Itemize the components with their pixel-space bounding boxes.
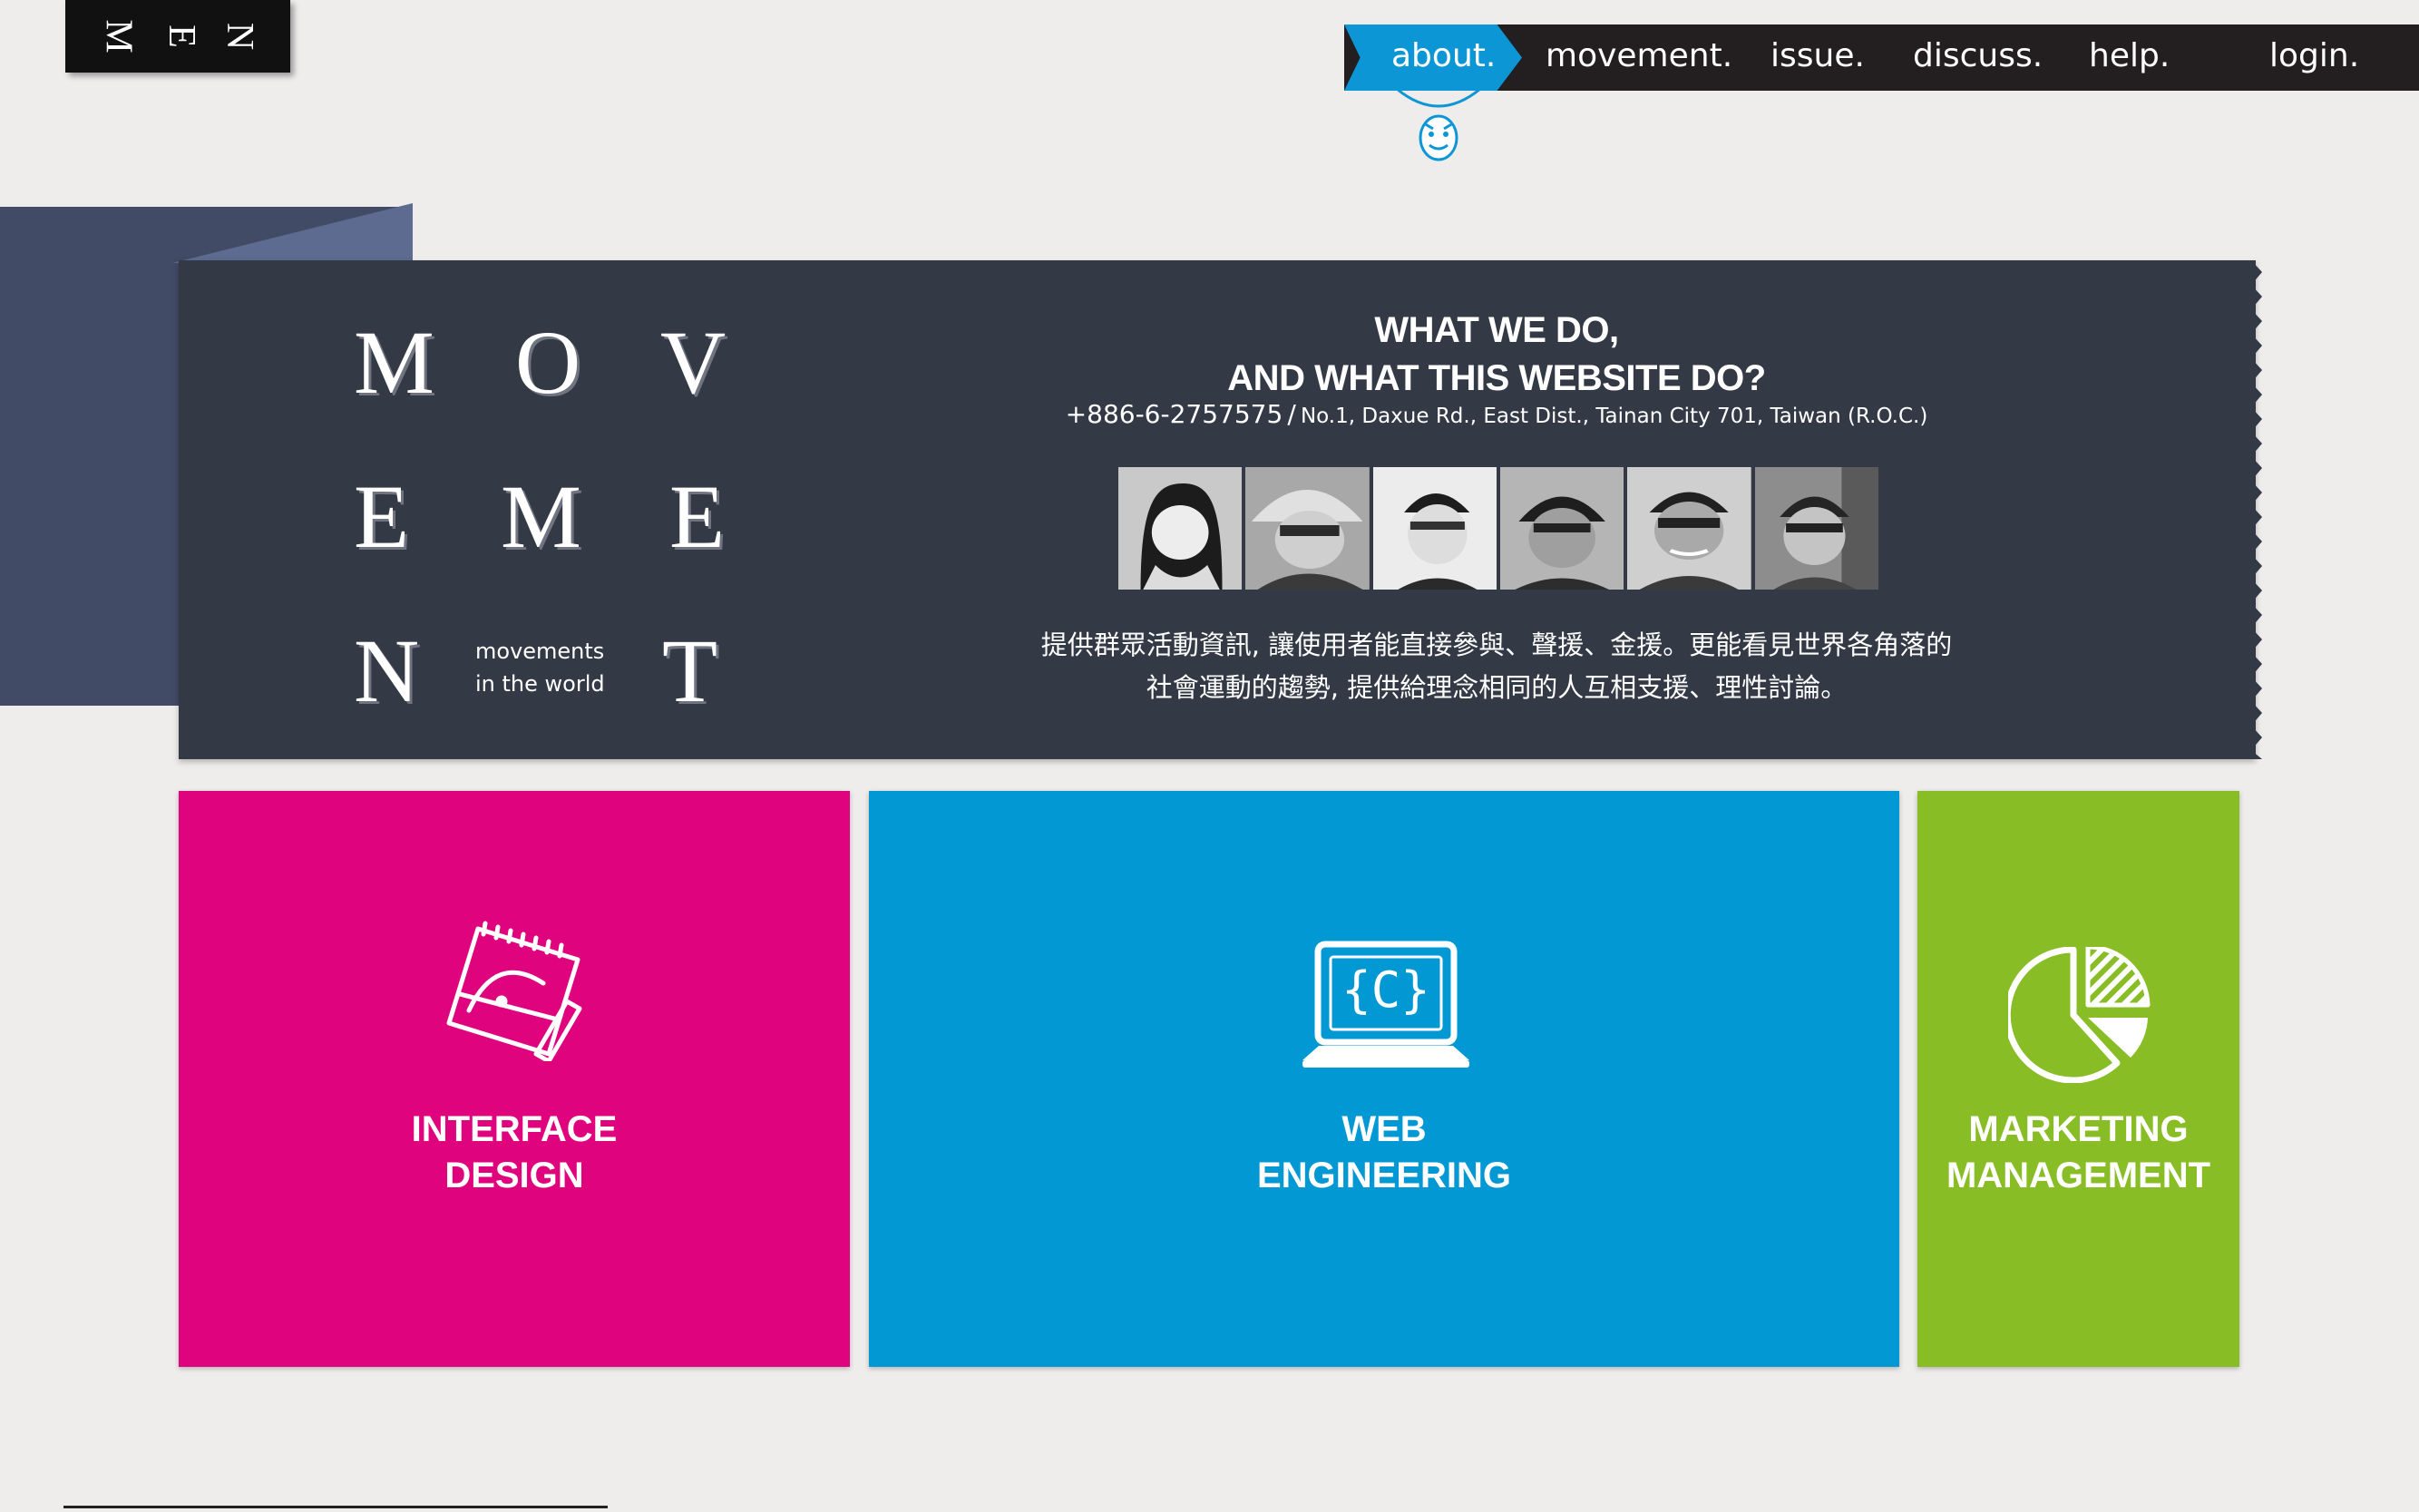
tile-web-engineering[interactable]: {C} WEB ENGINEERING — [869, 791, 1899, 1367]
svg-text:{C}: {C} — [1341, 961, 1430, 1019]
heading-line: AND WHAT THIS WEBSITE DO? — [1227, 358, 1766, 398]
tagline-line: movements — [475, 639, 605, 664]
hero-letter: O — [515, 312, 581, 413]
team-photo — [1499, 467, 1624, 590]
tile-title: MARKETING MANAGEMENT — [1917, 1107, 2239, 1199]
logo-letter: E — [160, 24, 202, 48]
logo-tab[interactable]: M E N — [65, 0, 290, 73]
team-photo — [1118, 467, 1243, 590]
team-photo — [1754, 467, 1878, 590]
laptop-code-icon: {C} — [1302, 941, 1469, 1068]
heading-line: WHAT WE DO, — [1374, 310, 1619, 350]
hero-description: 提供群眾活動資訊, 讓使用者能直接參與、聲援、金援。更能看見世界各角落的 社會運… — [980, 624, 2014, 709]
hero-letter: T — [662, 620, 718, 721]
team-photos — [1118, 467, 1878, 590]
nav-item-discuss[interactable]: discuss. — [1913, 24, 2043, 91]
nav-item-help[interactable]: help. — [2089, 24, 2170, 91]
logo-letter: N — [219, 22, 261, 51]
hero-serrated-edge — [2240, 260, 2262, 759]
hero-heading: WHAT WE DO, AND WHAT THIS WEBSITE DO? — [1088, 307, 1905, 403]
contact-separator: / — [1287, 399, 1296, 429]
tagline-line: in the world — [475, 671, 605, 697]
nav-item-label: about. — [1391, 37, 1497, 74]
main-nav: about. movement. issue. discuss. help. l… — [1344, 24, 2419, 91]
nav-item-login[interactable]: login. — [2269, 24, 2359, 91]
tile-title-line: WEB — [1341, 1109, 1427, 1149]
tile-title-line: MARKETING — [1968, 1109, 2189, 1149]
tile-marketing-management[interactable]: MARKETING MANAGEMENT — [1917, 791, 2239, 1367]
hero-contact: +886-6-2757575 / No.1, Daxue Rd., East D… — [961, 399, 2032, 429]
contact-address: No.1, Daxue Rd., East Dist., Tainan City… — [1300, 405, 1928, 428]
hero-letter: M — [354, 312, 434, 413]
hero-letter: M — [501, 466, 581, 567]
nav-item-movement[interactable]: movement. — [1546, 24, 1732, 91]
description-line: 提供群眾活動資訊, 讓使用者能直接參與、聲援、金援。更能看見世界各角落的 — [1040, 629, 1953, 660]
hero-letter: N — [354, 620, 420, 721]
footer-divider — [63, 1506, 608, 1508]
hero-letter: V — [660, 312, 727, 413]
hero-tagline: movements in the world — [475, 635, 605, 700]
team-photo — [1627, 467, 1751, 590]
logo-letter: M — [98, 19, 141, 54]
pie-chart-icon — [2008, 947, 2151, 1083]
tile-title-line: MANAGEMENT — [1946, 1156, 2211, 1195]
tile-title: WEB ENGINEERING — [869, 1107, 1899, 1199]
mascot-icon — [1396, 87, 1481, 161]
tile-title-line: ENGINEERING — [1256, 1156, 1512, 1195]
tile-title-line: INTERFACE — [411, 1109, 618, 1149]
design-notebook-icon — [446, 921, 582, 1061]
tile-title-line: DESIGN — [444, 1156, 584, 1195]
tile-interface-design[interactable]: INTERFACE DESIGN — [179, 791, 850, 1367]
hero-letter: E — [669, 466, 726, 567]
nav-item-about[interactable]: about. — [1344, 24, 1522, 91]
contact-phone: +886-6-2757575 — [1065, 399, 1283, 429]
nav-item-issue[interactable]: issue. — [1770, 24, 1865, 91]
team-photo — [1372, 467, 1497, 590]
tile-title: INTERFACE DESIGN — [179, 1107, 850, 1199]
team-photo — [1245, 467, 1370, 590]
hero-letter: E — [354, 466, 410, 567]
description-line: 社會運動的趨勢, 提供給理念相同的人互相支援、理性討論。 — [1146, 672, 1848, 703]
